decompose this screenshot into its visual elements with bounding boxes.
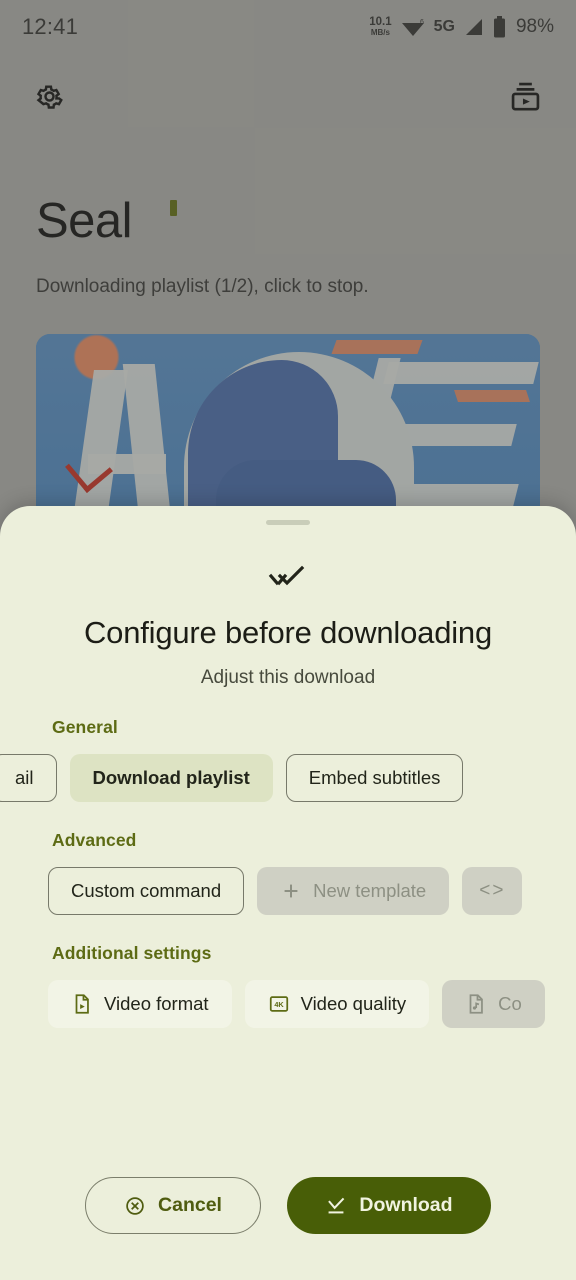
chip-label: Embed subtitles xyxy=(308,767,441,788)
section-label-additional-settings: Additional settings xyxy=(52,943,212,963)
4k-icon: 4K xyxy=(269,996,288,1012)
chip-embed-subtitles[interactable]: Embed subtitles xyxy=(285,754,464,802)
audio-file-icon xyxy=(469,994,484,1014)
section-additional-settings: Additional settings Video format 4K Vide… xyxy=(0,943,576,1028)
drag-handle[interactable] xyxy=(266,520,310,525)
sheet-title: Configure before downloading xyxy=(83,615,493,650)
cancel-button-label: Cancel xyxy=(158,1194,222,1216)
configure-bottom-sheet: Configure before downloading Adjust this… xyxy=(0,506,576,1280)
code-icon: <> xyxy=(479,880,506,901)
chip-convert-audio[interactable]: Co xyxy=(442,980,545,1028)
chip-label: Video quality xyxy=(300,993,407,1014)
sheet-actions: Cancel Download xyxy=(0,1177,576,1234)
plus-icon xyxy=(284,884,298,898)
chip-video-quality[interactable]: 4K Video quality xyxy=(244,980,430,1028)
chip-download-playlist[interactable]: Download playlist xyxy=(69,754,273,802)
download-button[interactable]: Download xyxy=(287,1177,491,1234)
section-general: General ail Download playlist Embed subt… xyxy=(0,717,576,802)
chip-label: New template xyxy=(313,880,427,901)
sheet-subtitle: Adjust this download xyxy=(200,667,376,688)
chip-label: Download playlist xyxy=(92,767,250,788)
chip-label: Co xyxy=(498,993,522,1014)
video-file-icon xyxy=(75,994,89,1014)
download-button-label: Download xyxy=(359,1194,453,1216)
section-label-general: General xyxy=(52,717,118,737)
section-advanced: Advanced Custom command New template <> xyxy=(0,830,576,915)
sheet-header-icon-wrap xyxy=(0,563,576,589)
chip-new-template[interactable]: New template xyxy=(257,867,450,915)
chip-video-format[interactable]: Video format xyxy=(48,980,232,1028)
cancel-button[interactable]: Cancel xyxy=(85,1177,261,1234)
done-all-icon xyxy=(268,565,305,586)
chip-label: Custom command xyxy=(71,880,222,901)
cancel-circle-icon xyxy=(126,1196,144,1215)
svg-text:4K: 4K xyxy=(274,1000,284,1009)
chip-label: ail xyxy=(15,767,34,788)
phone-screen: 12:41 10.1 MB/s 6 5G 98% Seal Downloadin… xyxy=(0,0,576,1280)
download-icon xyxy=(328,1197,345,1213)
chip-embed-thumbnail[interactable]: ail xyxy=(0,754,57,802)
chip-label: Video format xyxy=(104,993,209,1014)
chip-row-additional-settings[interactable]: Video format 4K Video quality Co xyxy=(0,980,576,1028)
chip-custom-command[interactable]: Custom command xyxy=(48,867,245,915)
chip-row-advanced[interactable]: Custom command New template <> xyxy=(0,867,576,915)
section-label-advanced: Advanced xyxy=(52,830,137,850)
chip-code-template[interactable]: <> xyxy=(462,867,523,915)
chip-row-general[interactable]: ail Download playlist Embed subtitles xyxy=(0,754,576,802)
